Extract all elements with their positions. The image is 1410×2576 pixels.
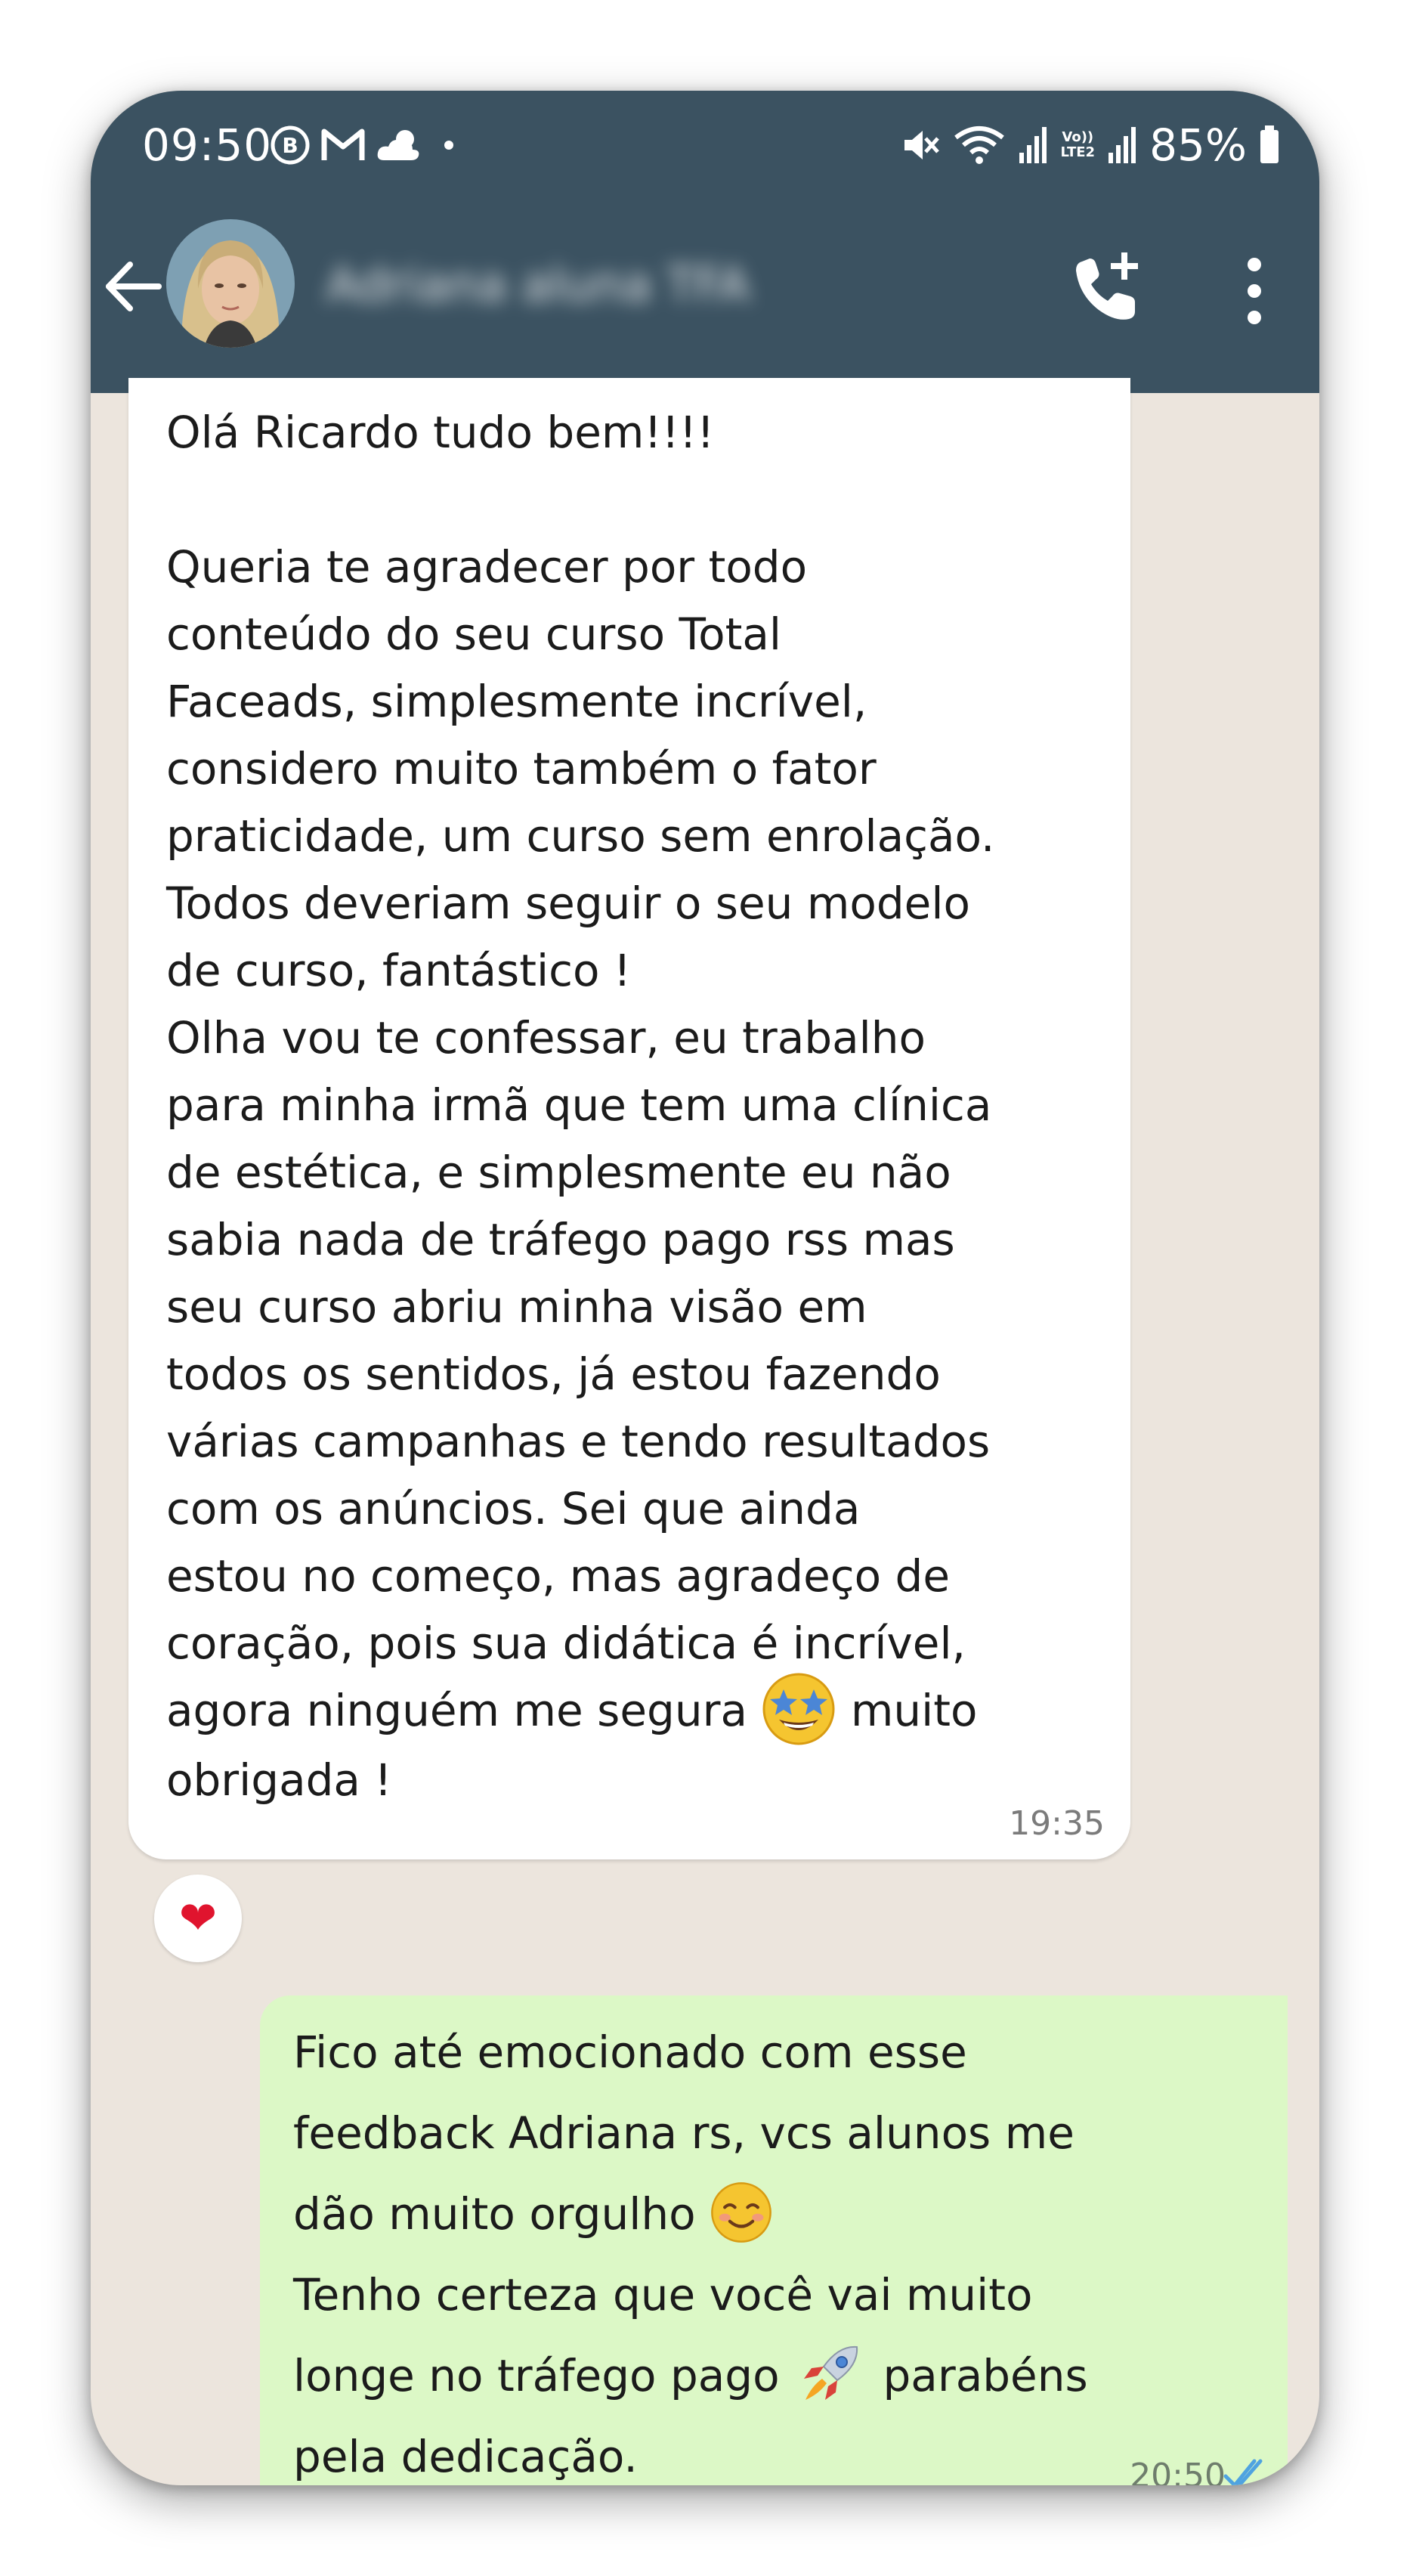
arrow-left-icon[interactable]	[98, 252, 166, 320]
app-bar: Adriana aluna TFA	[91, 219, 1319, 393]
outgoing-line-1: Fico até emocionado com esse	[293, 2026, 967, 2078]
incoming-message-line-emoji: agora ninguém me segura muito	[166, 1673, 978, 1745]
incoming-message-time: 19:35	[1009, 1804, 1105, 1843]
more-vert-icon[interactable]	[1232, 249, 1277, 333]
outgoing-message-text: Fico até emocionado com esse feedback Ad…	[293, 2012, 1275, 2485]
outgoing-message-bubble[interactable]: Fico até emocionado com esse feedback Ad…	[260, 1995, 1288, 2485]
incoming-message-bubble[interactable]: Olá Ricardo tudo bem!!!! Queria te agrad…	[128, 378, 1130, 1859]
weather-cloud-icon	[377, 130, 419, 160]
outgoing-line-6: pela dedicação.	[293, 2431, 638, 2482]
outgoing-line-5: longe no tráfego pago parabéns	[293, 2345, 1088, 2401]
notification-dot-icon	[444, 141, 453, 150]
svg-text:B: B	[282, 133, 298, 158]
volte-bottom-text: LTE2	[1060, 144, 1096, 160]
volte-top-text: Vo))	[1062, 129, 1094, 145]
system-icons: Vo)) LTE2 85%	[900, 119, 1280, 171]
battery-percent: 85%	[1149, 119, 1247, 171]
phone-screen: 09:50 B Vo)) LTE2 85% Adriana aluna TFA …	[91, 91, 1319, 2485]
add-call-icon[interactable]	[1065, 246, 1149, 330]
outgoing-line-5-after: parabéns	[869, 2350, 1088, 2401]
heart-icon: ❤	[178, 1892, 218, 1945]
incoming-final-line: obrigada !	[166, 1754, 392, 1806]
chat-header: 09:50 B Vo)) LTE2 85% Adriana aluna TFA	[91, 91, 1319, 393]
outgoing-line-2: feedback Adriana rs, vcs alunos me	[293, 2107, 1075, 2159]
outgoing-line-5-text: longe no tráfego pago	[293, 2350, 794, 2401]
smiling-face-emoji-icon	[711, 2181, 771, 2243]
star-struck-emoji-icon	[762, 1673, 835, 1745]
volte-icon: Vo)) LTE2	[1060, 130, 1095, 160]
incoming-line-before-emoji: agora ninguém me segura	[166, 1685, 762, 1736]
outgoing-line-3: dão muito orgulho	[293, 2181, 773, 2243]
signal-2-icon	[1109, 127, 1136, 163]
chat-area[interactable]: Olá Ricardo tudo bem!!!! Queria te agrad…	[91, 378, 1319, 2485]
incoming-message-text: Olá Ricardo tudo bem!!!! Queria te agrad…	[166, 399, 1118, 1814]
contact-avatar[interactable]	[166, 219, 295, 348]
bitwarden-notification-icon: B	[271, 125, 310, 165]
outgoing-line-3-text: dão muito orgulho	[293, 2188, 710, 2240]
signal-icon	[1019, 127, 1047, 163]
outgoing-message-time: 20:50	[1130, 2457, 1226, 2485]
gmail-notification-icon	[321, 128, 365, 160]
battery-icon	[1260, 125, 1279, 163]
mute-icon	[904, 131, 940, 159]
status-time: 09:50	[142, 119, 273, 171]
read-double-check-icon	[1223, 2459, 1263, 2485]
incoming-message-body: Olá Ricardo tudo bem!!!! Queria te agrad…	[166, 407, 995, 1669]
status-bar: 09:50 B Vo)) LTE2 85%	[91, 91, 1319, 212]
rocket-emoji-icon	[804, 2345, 858, 2400]
contact-name[interactable]: Adriana aluna TFA	[326, 257, 750, 312]
notification-icons: B	[269, 122, 464, 168]
wifi-icon	[954, 126, 1005, 164]
incoming-line-after-emoji: muito	[836, 1685, 978, 1736]
heart-reaction[interactable]: ❤	[154, 1875, 242, 1962]
outgoing-line-4: Tenho certeza que você vai muito	[293, 2269, 1033, 2321]
